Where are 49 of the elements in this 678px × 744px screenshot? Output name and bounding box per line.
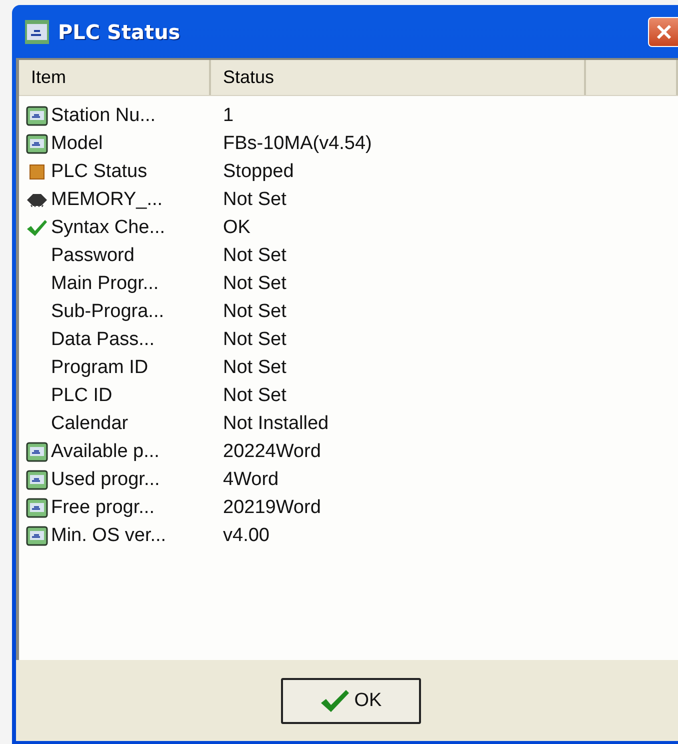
status-cell-text: Not Set (222, 245, 286, 267)
item-cell: Model (51, 133, 103, 155)
status-cell-text: Not Set (222, 273, 286, 295)
module-icon (26, 106, 48, 126)
module-icon (26, 470, 48, 490)
column-header[interactable]: Item (19, 60, 211, 95)
check-icon (320, 688, 350, 712)
status-cell-text: Not Set (222, 189, 286, 211)
item-cell: Sub-Progra... (51, 301, 164, 323)
status-cell-text: Not Installed (222, 413, 329, 435)
check-icon (26, 219, 48, 237)
status-cell-text: Not Set (222, 385, 286, 407)
column-header[interactable]: Status (211, 60, 586, 95)
item-cell: Data Pass... (51, 329, 154, 351)
status-cell-text: OK (222, 217, 250, 239)
close-icon (654, 22, 672, 40)
status-cell-text: Not Set (222, 301, 286, 323)
status-cell-text: 20219Word (222, 497, 321, 519)
item-cell: Available p... (51, 441, 160, 463)
item-cell: Min. OS ver... (51, 525, 166, 547)
status-cell-text: Stopped (222, 161, 294, 183)
module-icon (26, 526, 48, 546)
item-cell: Program ID (51, 357, 148, 379)
status-cell-text: Not Set (222, 329, 286, 351)
module-icon (26, 134, 48, 154)
status-cell-text: v4.00 (222, 525, 270, 547)
ok-button[interactable]: OK (281, 678, 421, 724)
status-cell-text: 4Word (222, 469, 279, 491)
status-cell-text: 1 (222, 105, 234, 127)
item-cell: Password (51, 245, 134, 267)
item-cell: MEMORY_... (51, 189, 163, 211)
item-cell: Free progr... (51, 497, 154, 519)
close-button[interactable] (648, 16, 678, 46)
chip-icon (25, 193, 49, 207)
item-cell: PLC ID (51, 385, 112, 407)
status-cell-text: FBs-10MA(v4.54) (222, 133, 372, 155)
item-cell: Station Nu... (51, 105, 156, 127)
status-cell-text: Not Set (222, 357, 286, 379)
module-icon (26, 498, 48, 518)
window-title: PLC Status (58, 20, 180, 44)
stop-icon (29, 164, 45, 180)
status-cell-text: 20224Word (222, 441, 321, 463)
item-cell: Used progr... (51, 469, 160, 491)
app-icon (24, 18, 50, 44)
item-cell: PLC Status (51, 161, 148, 183)
item-cell: Syntax Che... (51, 217, 166, 239)
item-cell: Calendar (51, 413, 128, 435)
module-icon (26, 442, 48, 462)
item-cell: Main Progr... (51, 273, 159, 295)
